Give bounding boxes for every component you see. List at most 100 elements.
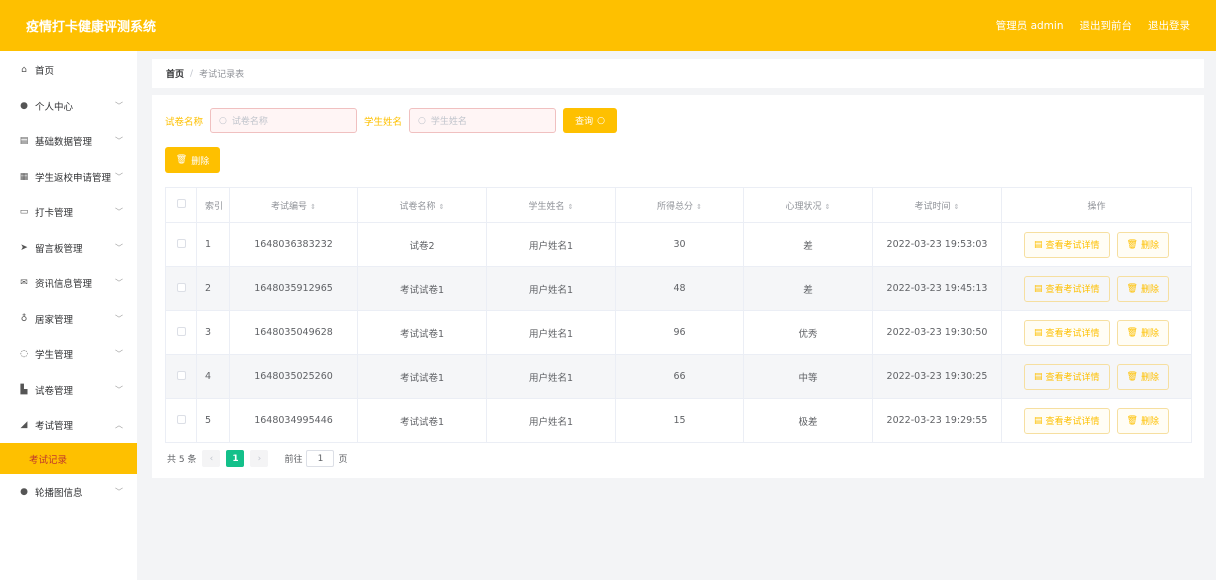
sidebar-item-home-isolation[interactable]: ♁ 居家管理 ﹀ (0, 301, 137, 337)
select-all-cell[interactable] (165, 187, 197, 223)
sidebar-item-label: 居家管理 (35, 314, 74, 326)
row-delete-button[interactable]: 🗑 删除 (1116, 407, 1169, 434)
app-title: 疫情打卡健康评测系统 (26, 20, 157, 35)
sidebar-item-personal[interactable]: ● 个人中心 ﹀ (0, 88, 137, 124)
paper-name-input[interactable]: ○ 试卷名称 (210, 108, 358, 133)
sidebar-item-message-board[interactable]: ➤ 留言板管理 ﹀ (0, 230, 137, 266)
cell-actions: ▤ 查看考试详情 🗑 删除 (1001, 354, 1192, 399)
header-exam-no[interactable]: 考试编号 ⇕ (229, 187, 358, 223)
row-delete-label: 删除 (1140, 417, 1159, 427)
row-checkbox[interactable] (176, 326, 186, 336)
table-header-row: 索引 考试编号 ⇕ 试卷名称 ⇕ 学生姓名 ⇕ 所得总分 ⇕ 心理状况 ⇕ 考试时间 ⇕ 操… (165, 187, 1192, 223)
trash-icon: 🗑 (1126, 283, 1138, 294)
home-icon: ⌂ (21, 64, 27, 75)
breadcrumb-home[interactable]: 首页 (166, 67, 184, 80)
sidebar-item-return-apply[interactable]: ▦ 学生返校申请管理 ﹀ (0, 159, 137, 195)
header-student-name[interactable]: 学生姓名 ⇕ (486, 187, 616, 223)
row-checkbox[interactable] (176, 238, 186, 248)
view-detail-label: 查看考试详情 (1045, 285, 1100, 295)
sidebar-item-news[interactable]: ✉ 资讯信息管理 ﹀ (0, 266, 137, 302)
row-delete-button[interactable]: 🗑 删除 (1116, 319, 1169, 346)
book-icon: ▤ (19, 136, 29, 147)
sort-icon[interactable]: ⇕ (310, 203, 316, 211)
cell-exam-no: 1648035049628 (229, 310, 358, 355)
view-detail-button[interactable]: ▤ 查看考试详情 (1023, 231, 1110, 258)
user-icon: ● (20, 486, 28, 497)
row-delete-button[interactable]: 🗑 删除 (1116, 275, 1169, 302)
sort-icon[interactable]: ⇕ (696, 203, 702, 211)
query-button[interactable]: 查询 ○ (563, 108, 618, 133)
view-detail-button[interactable]: ▤ 查看考试详情 (1023, 363, 1110, 390)
cell-score: 66 (615, 354, 744, 399)
row-delete-button[interactable]: 🗑 删除 (1116, 363, 1169, 390)
header-index: 索引 (196, 187, 230, 223)
cell-exam-time: 2022-03-23 19:29:55 (872, 398, 1002, 443)
header-label: 所得总分 (657, 201, 694, 212)
header-label: 考试编号 (271, 201, 308, 212)
sort-icon[interactable]: ⇕ (568, 203, 574, 211)
doc-icon: ▤ (1033, 415, 1043, 426)
trash-icon: 🗑 (1126, 327, 1138, 338)
header-label: 考试时间 (914, 201, 951, 212)
cell-actions: ▤ 查看考试详情 🗑 删除 (1001, 398, 1192, 443)
cell-paper-name: 考试试卷1 (357, 354, 487, 399)
batch-delete-button[interactable]: 🗑 删除 (165, 147, 220, 173)
cell-student-name: 用户姓名1 (486, 310, 616, 355)
page-unit-label: 页 (338, 455, 348, 465)
sort-icon[interactable]: ⇕ (439, 203, 445, 211)
search-icon: ○ (597, 115, 605, 126)
sort-icon[interactable]: ⇕ (825, 203, 831, 211)
sidebar-subitem-exam-records[interactable]: 考试记录 (0, 443, 137, 474)
prev-page-button[interactable]: ‹ (202, 450, 221, 467)
sidebar-item-checkin[interactable]: ▭ 打卡管理 ﹀ (0, 195, 137, 231)
row-checkbox-cell[interactable] (165, 266, 197, 311)
row-delete-button[interactable]: 🗑 删除 (1116, 231, 1169, 258)
cell-paper-name: 考试试卷1 (357, 398, 487, 443)
sidebar-item-exams[interactable]: ◢ 考试管理 ︿ (0, 408, 137, 444)
sidebar-item-papers[interactable]: ▙ 试卷管理 ﹀ (0, 372, 137, 408)
sidebar-item-carousel[interactable]: ● 轮播图信息 ﹀ (0, 474, 137, 510)
sidebar-item-base-data[interactable]: ▤ 基础数据管理 ﹀ (0, 124, 137, 160)
row-checkbox[interactable] (176, 370, 186, 380)
trash-icon: 🗑 (175, 155, 188, 165)
exit-to-front-link[interactable]: 退出到前台 (1080, 18, 1133, 33)
page-number-button[interactable]: 1 (226, 450, 245, 467)
header-mind-status[interactable]: 心理状况 ⇕ (743, 187, 873, 223)
goto-page-input[interactable]: 1 (306, 450, 335, 467)
top-bar: 疫情打卡健康评测系统 管理员 admin 退出到前台 退出登录 (0, 0, 1216, 51)
telegram-icon: ◢ (20, 420, 28, 431)
view-detail-button[interactable]: ▤ 查看考试详情 (1023, 407, 1110, 434)
breadcrumb-current: 考试记录表 (199, 70, 245, 80)
cell-student-name: 用户姓名1 (486, 222, 616, 267)
cell-score: 48 (615, 266, 744, 311)
logout-link[interactable]: 退出登录 (1148, 18, 1190, 33)
student-name-input[interactable]: ○ 学生姓名 (409, 108, 557, 133)
sidebar-item-students[interactable]: ◌ 学生管理 ﹀ (0, 337, 137, 373)
next-page-button[interactable]: › (250, 450, 269, 467)
header-exam-time[interactable]: 考试时间 ⇕ (872, 187, 1002, 223)
sidebar-item-home[interactable]: ⌂ 首页 (0, 51, 137, 88)
main-panel: 试卷名称 ○ 试卷名称 学生姓名 ○ 学生姓名 查询 ○ 🗑 删除 索引 考试编… (152, 95, 1204, 478)
view-detail-label: 查看考试详情 (1045, 417, 1100, 427)
sort-icon[interactable]: ⇕ (954, 203, 960, 211)
cell-index: 4 (196, 354, 230, 399)
view-detail-button[interactable]: ▤ 查看考试详情 (1023, 319, 1110, 346)
breadcrumb-separator: / (190, 68, 194, 79)
header-paper-name[interactable]: 试卷名称 ⇕ (357, 187, 487, 223)
row-checkbox[interactable] (176, 282, 186, 292)
row-checkbox[interactable] (176, 414, 186, 424)
view-detail-button[interactable]: ▤ 查看考试详情 (1023, 275, 1110, 302)
admin-label: 管理员 admin (995, 20, 1064, 32)
row-checkbox-cell[interactable] (165, 222, 197, 267)
cell-index: 3 (196, 310, 230, 355)
row-checkbox-cell[interactable] (165, 354, 197, 399)
row-checkbox-cell[interactable] (165, 398, 197, 443)
select-all-checkbox[interactable] (176, 199, 186, 208)
sidebar: ⌂ 首页 ● 个人中心 ﹀ ▤ 基础数据管理 ﹀ ▦ 学生返校申请管理 ﹀ ▭ … (0, 51, 137, 580)
paper-name-label: 试卷名称 (165, 116, 204, 128)
header-score[interactable]: 所得总分 ⇕ (615, 187, 744, 223)
row-checkbox-cell[interactable] (165, 310, 197, 355)
cell-student-name: 用户姓名1 (486, 398, 616, 443)
doc-icon: ▤ (1033, 239, 1043, 250)
row-delete-label: 删除 (1140, 329, 1159, 339)
